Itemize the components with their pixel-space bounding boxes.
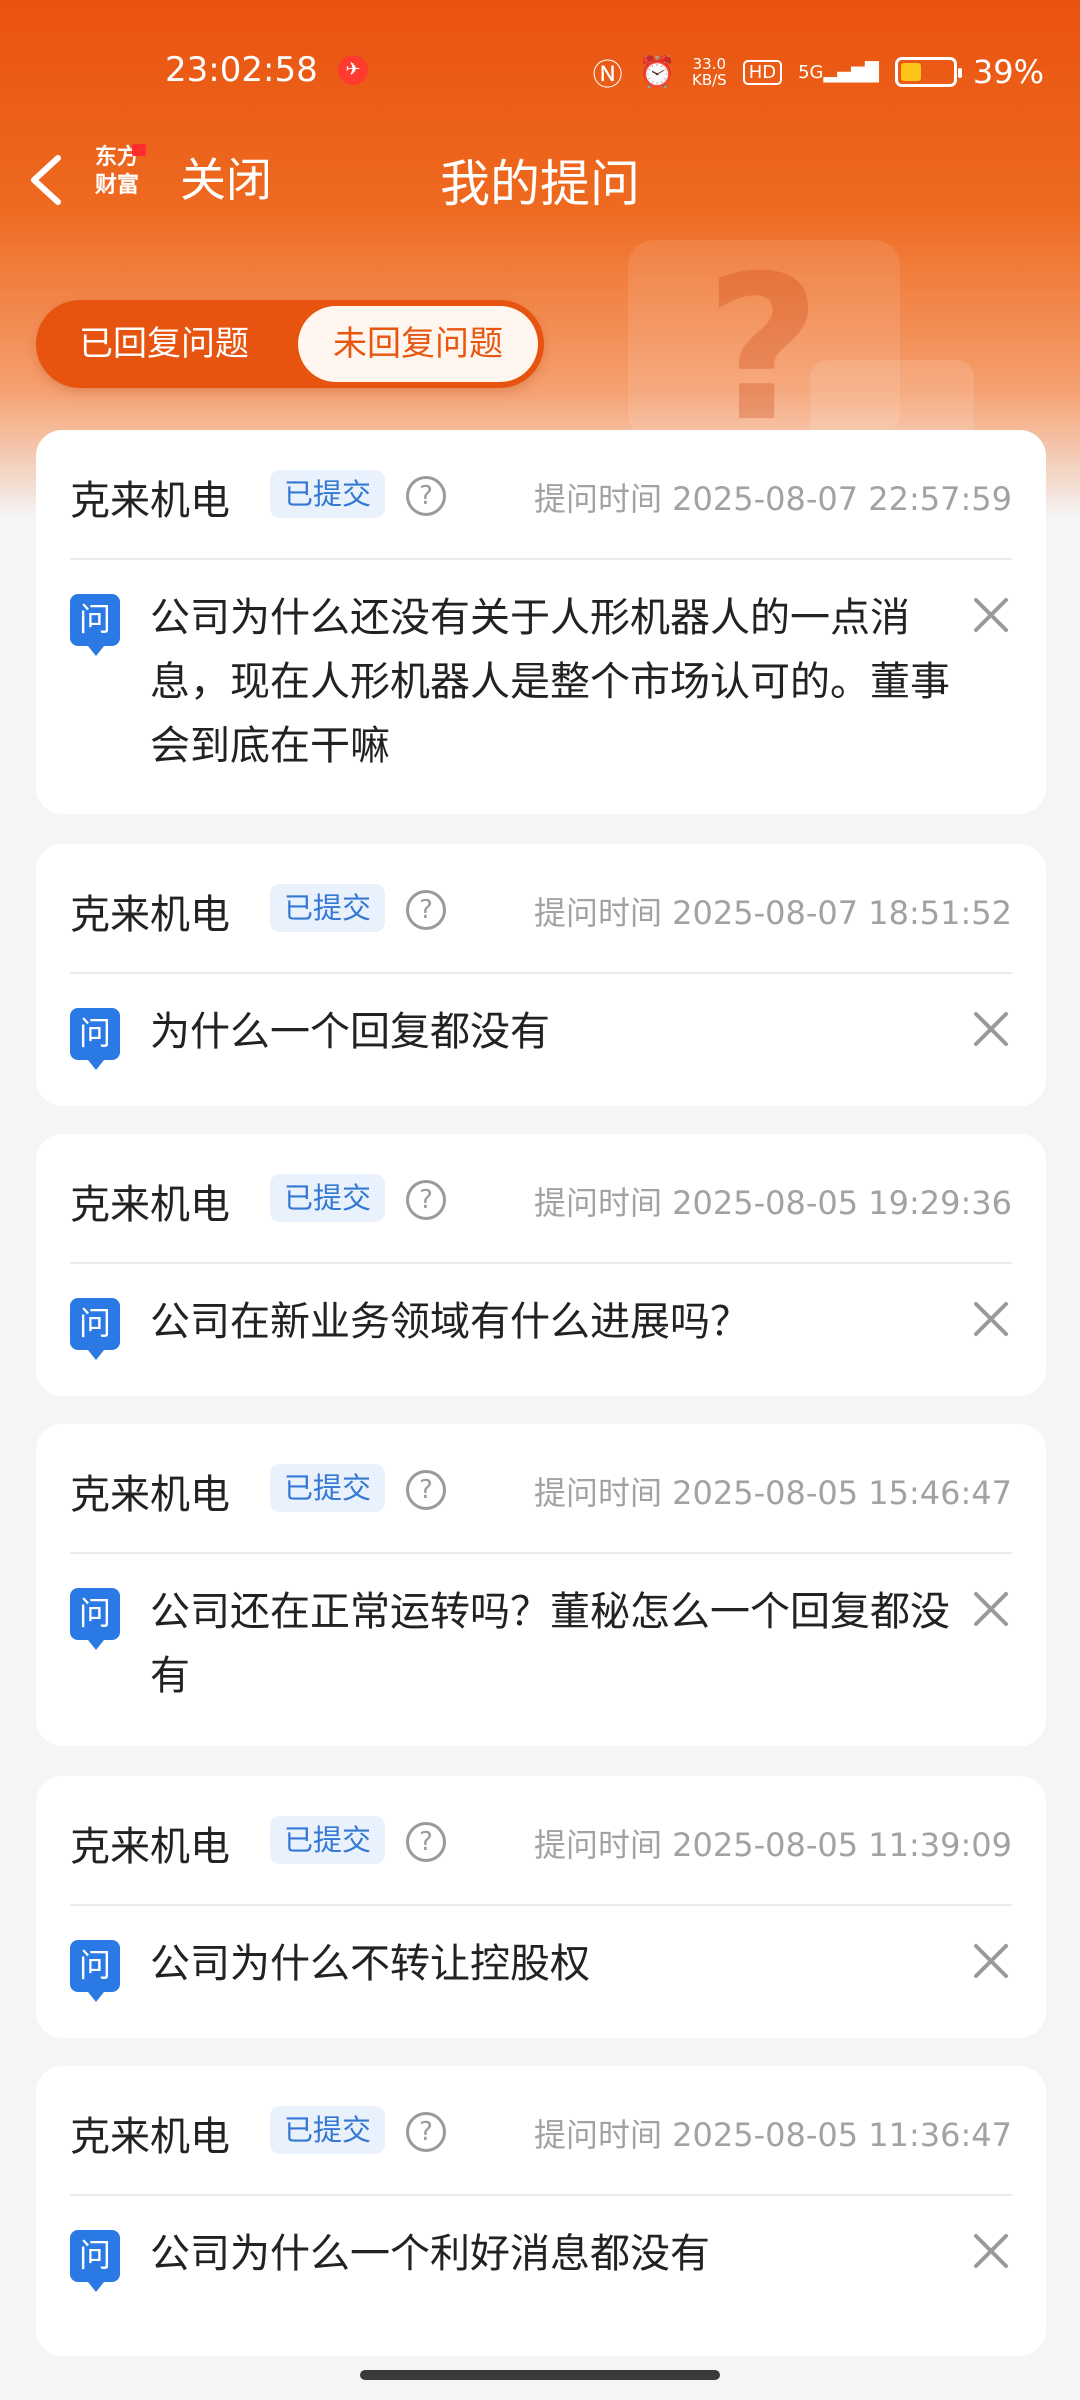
question-icon: 问 (70, 1940, 120, 2002)
question-card[interactable]: 克来机电 已提交 ? 提问时间 2025-08-05 11:36:47 问 公司… (36, 2066, 1046, 2356)
delete-question-icon[interactable] (970, 1588, 1012, 1630)
question-card[interactable]: 克来机电 已提交 ? 提问时间 2025-08-05 15:46:47 问 公司… (36, 1424, 1046, 1746)
status-icons: Ⓝ ⏰ 33.0 KB/S HD 5G▂▄▆█ 39% (593, 50, 1044, 94)
company-name[interactable]: 克来机电 (70, 1172, 230, 1230)
question-time: 提问时间 2025-08-07 22:57:59 (533, 480, 1012, 518)
company-name[interactable]: 克来机电 (70, 468, 230, 526)
company-name[interactable]: 克来机电 (70, 1462, 230, 1520)
battery-icon (894, 57, 962, 87)
decorative-question-mark-icon: ? (705, 233, 822, 466)
nfc-icon: Ⓝ (592, 58, 623, 93)
help-icon[interactable]: ? (406, 1180, 446, 1220)
card-header: 克来机电 已提交 ? 提问时间 2025-08-05 19:29:36 (70, 1134, 1012, 1264)
question-card[interactable]: 克来机电 已提交 ? 提问时间 2025-08-07 22:57:59 问 公司… (36, 430, 1046, 814)
page-title: 我的提问 (440, 155, 640, 213)
delete-question-icon[interactable] (970, 1298, 1012, 1340)
question-time: 提问时间 2025-08-05 11:36:47 (533, 2116, 1012, 2154)
question-tabs: 已回复问题 未回复问题 (36, 300, 544, 388)
question-time: 提问时间 2025-08-05 15:46:47 (533, 1474, 1012, 1512)
company-name[interactable]: 克来机电 (70, 1814, 230, 1872)
status-badge: 已提交 (270, 884, 386, 932)
status-bar: 23:02:58 ✈ Ⓝ ⏰ 33.0 KB/S HD 5G▂▄▆█ 39% (0, 0, 1080, 140)
card-header: 克来机电 已提交 ? 提问时间 2025-08-07 22:57:59 (70, 430, 1012, 560)
status-time: 23:02:58 (165, 50, 318, 90)
signal-label: 5G (798, 61, 824, 83)
question-icon: 问 (70, 1588, 120, 1650)
delete-question-icon[interactable] (970, 594, 1012, 636)
card-header: 克来机电 已提交 ? 提问时间 2025-08-05 11:36:47 (70, 2066, 1012, 2196)
help-icon[interactable]: ? (406, 2112, 446, 2152)
question-text: 公司在新业务领域有什么进展吗？ (150, 1299, 750, 1345)
tab-answered[interactable]: 已回复问题 (36, 300, 292, 388)
question-text: 公司为什么还没有关于人形机器人的一点消息，现在人形机器人是整个市场认可的。董事会… (150, 595, 950, 769)
question-time: 提问时间 2025-08-07 18:51:52 (533, 894, 1012, 932)
network-speed: 33.0 KB/S (692, 56, 727, 88)
alarm-icon: ⏰ (638, 54, 676, 90)
question-card[interactable]: 克来机电 已提交 ? 提问时间 2025-08-07 18:51:52 问 为什… (36, 844, 1046, 1106)
question-icon: 问 (70, 1298, 120, 1360)
question-card[interactable]: 克来机电 已提交 ? 提问时间 2025-08-05 19:29:36 问 公司… (36, 1134, 1046, 1396)
delete-question-icon[interactable] (970, 2230, 1012, 2272)
status-badge: 已提交 (270, 2106, 386, 2154)
status-badge: 已提交 (270, 470, 386, 518)
help-icon[interactable]: ? (406, 1470, 446, 1510)
question-time: 提问时间 2025-08-05 19:29:36 (533, 1184, 1012, 1222)
question-time: 提问时间 2025-08-05 11:39:09 (533, 1826, 1012, 1864)
question-icon: 问 (70, 594, 120, 656)
question-icon: 问 (70, 1008, 120, 1070)
help-icon[interactable]: ? (406, 890, 446, 930)
company-name[interactable]: 克来机电 (70, 2104, 230, 2162)
status-badge: 已提交 (270, 1464, 386, 1512)
card-header: 克来机电 已提交 ? 提问时间 2025-08-07 18:51:52 (70, 844, 1012, 974)
nav-bar: 东方 财富 关闭 我的提问 (0, 130, 1080, 220)
help-icon[interactable]: ? (406, 476, 446, 516)
network-speed-unit: KB/S (691, 71, 727, 89)
card-header: 克来机电 已提交 ? 提问时间 2025-08-05 15:46:47 (70, 1424, 1012, 1554)
question-card[interactable]: 克来机电 已提交 ? 提问时间 2025-08-05 11:39:09 问 公司… (36, 1776, 1046, 2038)
question-text: 为什么一个回复都没有 (150, 1009, 550, 1055)
battery-percent: 39% (972, 53, 1044, 91)
card-header: 克来机电 已提交 ? 提问时间 2025-08-05 11:39:09 (70, 1776, 1012, 1906)
delete-question-icon[interactable] (970, 1940, 1012, 1982)
tab-unanswered[interactable]: 未回复问题 (298, 306, 538, 382)
home-indicator[interactable] (360, 2370, 720, 2380)
status-badge: 已提交 (270, 1174, 386, 1222)
question-text: 公司还在正常运转吗？董秘怎么一个回复都没有 (150, 1589, 950, 1699)
hd-icon: HD (742, 59, 783, 85)
notification-app-icon: ✈ (338, 55, 368, 85)
company-name[interactable]: 克来机电 (70, 882, 230, 940)
battery-fill (900, 63, 921, 81)
signal-5g-icon: 5G▂▄▆█ (798, 61, 879, 83)
delete-question-icon[interactable] (970, 1008, 1012, 1050)
question-text: 公司为什么一个利好消息都没有 (150, 2231, 710, 2277)
question-icon: 问 (70, 2230, 120, 2292)
help-icon[interactable]: ? (406, 1822, 446, 1862)
question-text: 公司为什么不转让控股权 (150, 1941, 590, 1987)
status-badge: 已提交 (270, 1816, 386, 1864)
